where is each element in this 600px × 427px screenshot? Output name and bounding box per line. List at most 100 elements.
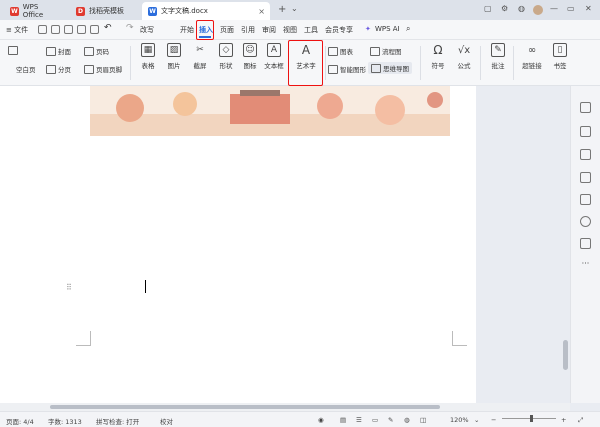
cover-button[interactable]: 封面	[46, 46, 71, 56]
share-icon[interactable]	[580, 238, 591, 249]
flowchart-button[interactable]: 流程图	[370, 46, 402, 56]
shape-icon: ◇	[219, 43, 233, 57]
zoom-out-icon[interactable]: −	[491, 416, 496, 424]
review-icon[interactable]	[580, 172, 591, 183]
tab-page[interactable]: 页面	[220, 25, 234, 35]
tab-document[interactable]: W 文字文稿.docx ×	[142, 2, 270, 20]
adjust-icon[interactable]	[580, 102, 591, 113]
window-layout-icon[interactable]: ▢	[484, 4, 492, 13]
horizontal-scroll-thumb[interactable]	[50, 405, 440, 409]
chevron-down-icon[interactable]: ⌄	[291, 4, 298, 13]
more-icon[interactable]: ···	[580, 259, 591, 270]
search-icon[interactable]: ⌕	[406, 24, 410, 34]
chart-icon	[328, 46, 338, 56]
close-window-icon[interactable]: ✕	[585, 4, 592, 13]
format-painter-icon[interactable]	[90, 25, 99, 34]
read-mode-icon[interactable]: ◫	[420, 416, 426, 424]
table-icon: ▦	[141, 43, 155, 57]
cover-icon	[46, 46, 56, 56]
header-footer-button[interactable]: 页眉页脚	[84, 64, 122, 74]
table-button[interactable]: ▦ 表格	[134, 43, 162, 70]
smart-graphic-button[interactable]: 智能图形	[328, 64, 366, 74]
blank-page-button[interactable]: 空白页	[16, 64, 36, 74]
zoom-slider-knob[interactable]	[530, 415, 533, 422]
bookmark-icon: ▯	[553, 43, 567, 57]
hyperlink-button[interactable]: ∞ 超链接	[517, 43, 547, 71]
new-tab-button[interactable]: +	[278, 4, 286, 15]
tab-view[interactable]: 视图	[283, 25, 297, 35]
overwrite-mode[interactable]: 改写	[140, 25, 154, 35]
formula-button[interactable]: √x 公式	[450, 43, 478, 71]
tools-icon[interactable]	[580, 149, 591, 160]
tab-home[interactable]: 开始	[180, 25, 194, 35]
insert-tab-highlight	[196, 20, 214, 40]
cover-icon-btn[interactable]	[8, 46, 20, 55]
export-icon[interactable]	[51, 25, 60, 34]
textbox-icon: A	[267, 43, 281, 57]
tab-references[interactable]: 引用	[241, 25, 255, 35]
settings-icon[interactable]: ⚙	[501, 4, 508, 13]
tab-review[interactable]: 审阅	[262, 25, 276, 35]
maximize-icon[interactable]: ▭	[567, 4, 575, 13]
tab-wps-office[interactable]: W WPS Office	[4, 2, 66, 20]
redo-icon[interactable]: ↷	[126, 23, 134, 33]
vertical-scroll-thumb[interactable]	[563, 340, 568, 370]
picture-button[interactable]: ▨ 图片	[160, 43, 188, 70]
zoom-level[interactable]: 120%	[450, 416, 469, 424]
table-label: 表格	[141, 62, 155, 70]
save-icon[interactable]	[38, 25, 47, 34]
tab-member[interactable]: 会员专享	[325, 25, 353, 35]
help-icon[interactable]	[580, 216, 591, 227]
omega-icon: Ω	[433, 43, 443, 57]
tab-label: 文字文稿.docx	[161, 7, 208, 15]
drag-handle-icon[interactable]: ⠿	[66, 283, 72, 292]
minimize-icon[interactable]: —	[550, 4, 558, 13]
comment-button[interactable]: ✎ 批注	[484, 43, 512, 70]
section-button[interactable]: 分页	[46, 64, 71, 74]
crop-icon[interactable]	[580, 194, 591, 205]
web-view-icon[interactable]: ▭	[372, 416, 378, 424]
outline-view-icon[interactable]: ☰	[356, 416, 362, 424]
skin-icon[interactable]: ◍	[518, 4, 525, 13]
formula-icon: √x	[457, 44, 471, 56]
picture-icon: ▨	[167, 43, 181, 57]
page-number-button[interactable]: 页码	[84, 46, 109, 56]
page-count[interactable]: 页面: 4/4	[6, 416, 34, 426]
divider	[325, 46, 326, 80]
proofread-button[interactable]: 校对	[160, 416, 173, 426]
screenshot-button[interactable]: ✂ 截屏	[186, 43, 214, 70]
tab-docer[interactable]: D 找稻壳模板	[70, 2, 138, 20]
write-view-icon[interactable]: ✎	[388, 416, 393, 424]
symbol-button[interactable]: Ω 符号	[424, 43, 452, 70]
tab-tools[interactable]: 工具	[304, 25, 318, 35]
header-footer-label: 页眉页脚	[96, 66, 122, 74]
bookmark-button[interactable]: ▯ 书签	[546, 43, 574, 70]
avatar[interactable]	[533, 5, 543, 15]
page-view-icon[interactable]: ▤	[340, 416, 346, 424]
eye-protect-icon[interactable]: ◉	[318, 416, 324, 424]
close-tab-icon[interactable]: ×	[258, 7, 265, 16]
fit-screen-icon[interactable]: ⤢	[578, 416, 583, 425]
print-icon[interactable]	[64, 25, 73, 34]
zoom-dropdown-icon[interactable]: ⌄	[474, 416, 479, 424]
text-cursor	[145, 280, 146, 293]
section-label: 分页	[58, 66, 71, 74]
header-banner-image[interactable]	[90, 86, 450, 136]
divider	[513, 46, 514, 80]
flowchart-icon	[370, 46, 380, 56]
wps-ai-icon: ✦	[365, 25, 371, 33]
wps-ai-button[interactable]: WPS AI	[375, 25, 400, 33]
word-count[interactable]: 字数: 1313	[48, 416, 82, 426]
zoom-in-icon[interactable]: +	[561, 416, 566, 424]
spellcheck-toggle[interactable]: 拼写检查: 打开	[96, 416, 139, 426]
select-arrow-icon[interactable]	[580, 126, 591, 137]
mindmap-button[interactable]: 思维导图	[368, 62, 412, 74]
globe-icon[interactable]: ◍	[404, 416, 410, 424]
file-menu[interactable]: ≡ 文件	[6, 25, 28, 35]
page-corner-mark	[76, 331, 91, 346]
chart-button[interactable]: 图表	[328, 46, 353, 56]
undo-icon[interactable]: ↶	[104, 23, 112, 33]
zoom-slider[interactable]	[502, 418, 556, 419]
textbox-button[interactable]: A 文本框	[260, 43, 288, 70]
preview-icon[interactable]	[77, 25, 86, 34]
